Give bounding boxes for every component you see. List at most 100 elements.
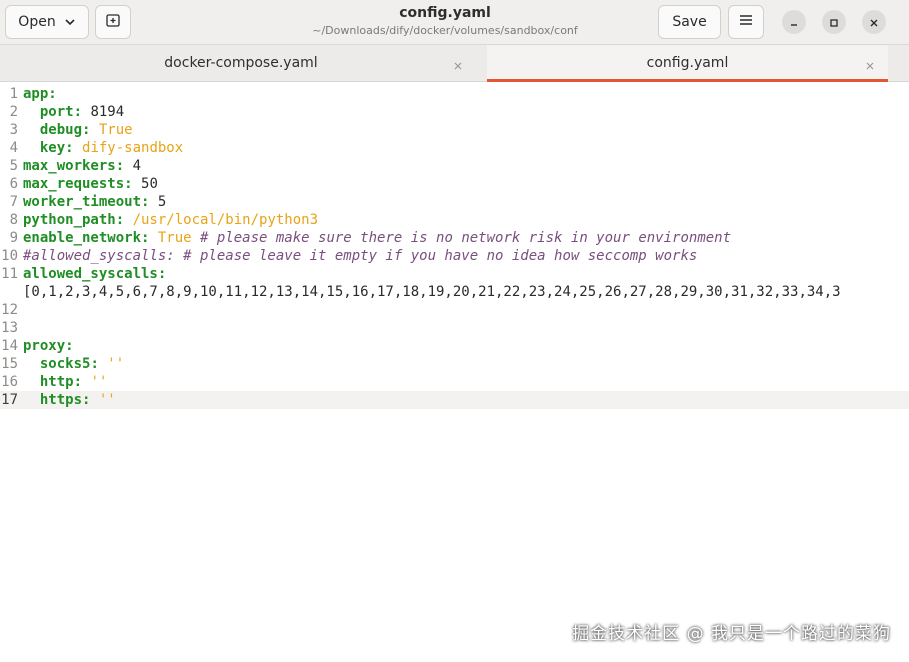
code-content: proxy: [23, 337, 909, 355]
line-number: 16 [1, 374, 18, 390]
yaml-value: [0,1,2,3,4,5,6,7,8,9,10,11,12,13,14,15,1… [23, 284, 841, 300]
tab-bar: docker-compose.yaml config.yaml [0, 44, 909, 82]
yaml-key: https [23, 392, 83, 408]
line-number: 15 [1, 356, 18, 372]
file-path-subtitle: ~/Downloads/dify/docker/volumes/sandbox/… [312, 24, 578, 37]
line-number: 17 [1, 392, 18, 408]
yaml-value: '' [107, 356, 125, 372]
window-title-area: config.yaml ~/Downloads/dify/docker/volu… [250, 4, 640, 38]
code-line[interactable]: 15 socks5: '' [0, 355, 909, 373]
code-line[interactable]: 3 debug: True [0, 121, 909, 139]
hamburger-menu-icon [739, 14, 753, 30]
text-editor[interactable]: 1 app: 2 port: 8194 3 debug: True 4 key: dif… [0, 83, 909, 662]
yaml-separator: : [73, 374, 91, 390]
tab-docker-compose[interactable]: docker-compose.yaml [0, 45, 482, 82]
open-button[interactable]: Open [5, 5, 89, 39]
yaml-key: max_requests [23, 176, 125, 192]
code-line[interactable]: 1 app: [0, 85, 909, 103]
window-title: config.yaml [399, 5, 491, 21]
yaml-key: socks5 [23, 356, 91, 372]
tab-close-icon[interactable] [864, 57, 876, 70]
yaml-separator: : [115, 158, 133, 174]
yaml-key: http [23, 374, 74, 390]
code-content: allowed_syscalls: [23, 265, 909, 283]
yaml-value: /usr/local/bin/python3 [132, 212, 319, 228]
minimize-button[interactable] [782, 10, 806, 34]
line-number: 6 [9, 176, 18, 192]
line-number: 13 [1, 320, 18, 336]
code-content: python_path: /usr/local/bin/python3 [23, 211, 909, 229]
yaml-value: True [98, 122, 133, 138]
save-button[interactable]: Save [658, 5, 721, 39]
line-number: 1 [9, 86, 18, 102]
tab-close-icon[interactable] [452, 57, 464, 70]
yaml-value: 50 [141, 176, 158, 192]
code-content: https: '' [23, 391, 909, 409]
code-content: port: 8194 [23, 103, 909, 121]
yaml-separator: : [65, 140, 83, 156]
open-button-label: Open [18, 14, 56, 30]
line-number: 4 [9, 140, 18, 156]
chevron-down-icon [64, 16, 76, 28]
code-line[interactable]: [0,1,2,3,4,5,6,7,8,9,10,11,12,13,14,15,1… [0, 283, 909, 301]
yaml-separator: : [90, 356, 108, 372]
yaml-key: debug [23, 122, 83, 138]
code-line[interactable]: 10 #allowed_syscalls: # please leave it e… [0, 247, 909, 265]
header-bar: Open config.yaml ~/Downloads/dify/docker… [0, 0, 909, 44]
code-line[interactable]: 4 key: dify-sandbox [0, 139, 909, 157]
yaml-key: python_path [23, 212, 116, 228]
line-number: 3 [9, 122, 18, 138]
line-number: 5 [9, 158, 18, 174]
line-number: 14 [1, 338, 18, 354]
yaml-separator: : [141, 194, 158, 210]
code-content: http: '' [23, 373, 909, 391]
main-menu-button[interactable] [728, 5, 764, 39]
close-icon [869, 13, 879, 32]
code-line[interactable]: 8 python_path: /usr/local/bin/python3 [0, 211, 909, 229]
code-line[interactable]: 2 port: 8194 [0, 103, 909, 121]
line-number: 12 [1, 302, 18, 318]
code-line[interactable]: 11 allowed_syscalls: [0, 265, 909, 283]
code-line[interactable]: 9 enable_network: True # please make sure… [0, 229, 909, 247]
yaml-separator: : [82, 122, 99, 138]
code-line[interactable]: 5 max_workers: 4 [0, 157, 909, 175]
code-content: max_requests: 50 [23, 175, 909, 193]
line-number: 9 [9, 230, 18, 246]
code-line[interactable]: 12 [0, 301, 909, 319]
close-window-button[interactable] [862, 10, 886, 34]
save-button-label: Save [672, 14, 707, 30]
yaml-separator: : [141, 230, 158, 246]
code-line[interactable]: 6 max_requests: 50 [0, 175, 909, 193]
code-line[interactable]: 13 [0, 319, 909, 337]
yaml-value: 5 [157, 194, 167, 210]
code-line[interactable]: 16 http: '' [0, 373, 909, 391]
tab-config[interactable]: config.yaml [487, 45, 888, 82]
line-number: 7 [9, 194, 18, 210]
code-line[interactable]: 17 https: '' [0, 391, 909, 409]
tab-label: docker-compose.yaml [164, 55, 318, 71]
yaml-key: enable_network [23, 230, 142, 246]
code-content: worker_timeout: 5 [23, 193, 909, 211]
new-tab-icon [105, 12, 121, 32]
watermark: 掘金技术社区 @ 我只是一个路过的菜狗 [572, 624, 891, 644]
code-content: [0,1,2,3,4,5,6,7,8,9,10,11,12,13,14,15,1… [23, 283, 909, 301]
yaml-comment: #allowed_syscalls: # please leave it emp… [23, 248, 698, 264]
code-content: #allowed_syscalls: # please leave it emp… [23, 247, 909, 265]
line-number: 11 [1, 266, 18, 282]
yaml-key: port [23, 104, 74, 120]
yaml-key: allowed_syscalls: [23, 266, 167, 282]
maximize-icon [829, 13, 839, 32]
code-content: enable_network: True # please make sure … [23, 229, 909, 247]
line-number: 8 [9, 212, 18, 228]
maximize-button[interactable] [822, 10, 846, 34]
yaml-value: dify-sandbox [82, 140, 184, 156]
code-line[interactable]: 7 worker_timeout: 5 [0, 193, 909, 211]
yaml-value: 4 [132, 158, 142, 174]
code-content: key: dify-sandbox [23, 139, 909, 157]
yaml-key: proxy: [23, 338, 74, 354]
code-content: socks5: '' [23, 355, 909, 373]
new-tab-button[interactable] [95, 5, 131, 39]
line-number: 10 [1, 248, 18, 264]
yaml-value: 8194 [90, 104, 125, 120]
code-line[interactable]: 14 proxy: [0, 337, 909, 355]
